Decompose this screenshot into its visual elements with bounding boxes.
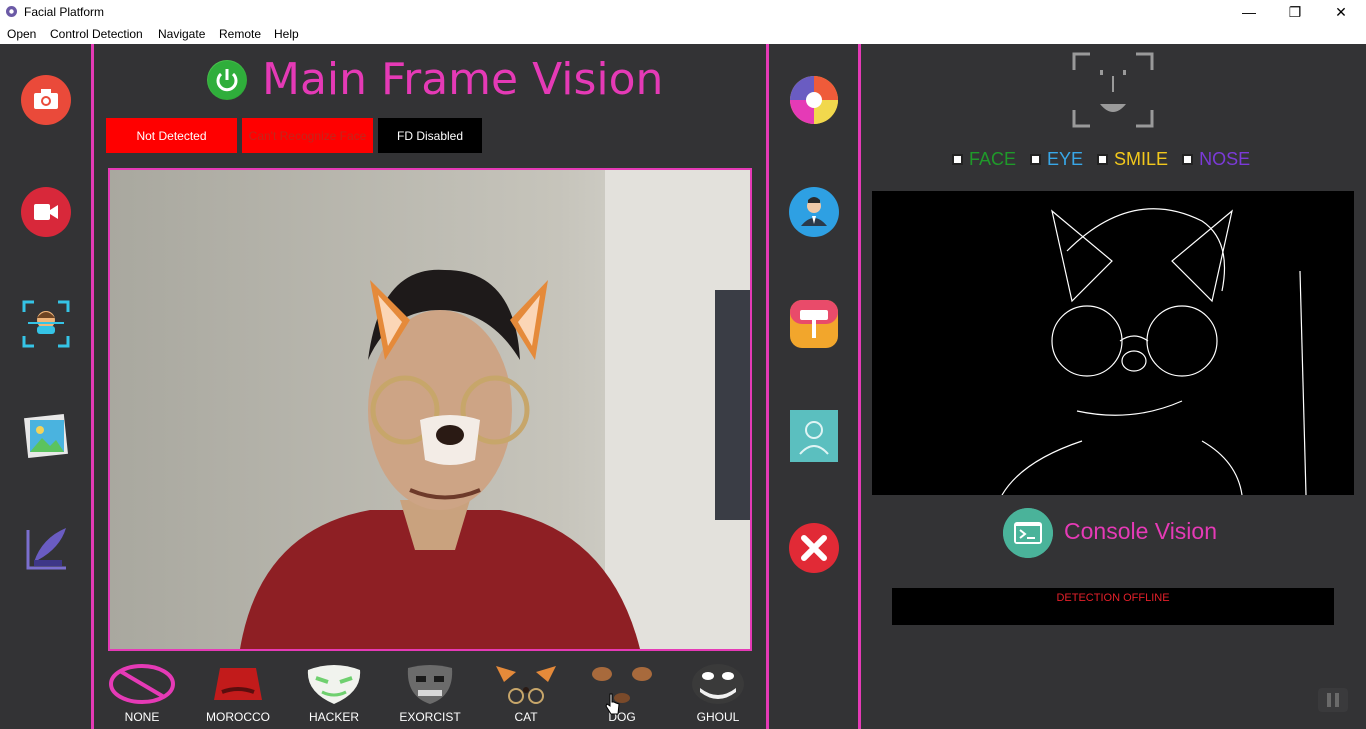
console-output: DETECTION OFFLINE <box>892 588 1334 625</box>
eye-checkbox-label: EYE <box>1047 148 1084 169</box>
hacker-mask-icon <box>307 665 361 704</box>
nose-checkbox[interactable] <box>1182 153 1194 165</box>
camera-icon[interactable] <box>20 74 72 126</box>
filter-label: DOG <box>608 710 636 724</box>
console-status-text: DETECTION OFFLINE <box>1056 592 1170 604</box>
menu-control-detection[interactable]: Control Detection <box>50 27 143 41</box>
filter-label: MOROCCO <box>206 710 270 724</box>
filter-label: CAT <box>514 710 538 724</box>
filter-none[interactable]: NONE <box>102 660 182 726</box>
camera-image <box>110 170 750 649</box>
close-circle-icon[interactable] <box>788 522 840 574</box>
filter-label: NONE <box>124 710 160 724</box>
face-frame-icon <box>1072 52 1154 128</box>
restore-button[interactable]: ❐ <box>1272 0 1318 24</box>
power-icon[interactable] <box>207 60 247 100</box>
gallery-icon[interactable] <box>20 410 72 462</box>
nose-checkbox-label: NOSE <box>1199 148 1251 169</box>
menu-bar: Open Control Detection Navigate Remote H… <box>0 24 1366 44</box>
quill-icon[interactable] <box>20 522 72 574</box>
left-sidebar <box>0 44 92 729</box>
color-wheel-icon[interactable] <box>788 74 840 126</box>
cat-ears-icon <box>496 666 556 704</box>
filter-label: EXORCIST <box>399 710 461 724</box>
filter-morocco[interactable]: MOROCCO <box>198 660 278 726</box>
filter-label: GHOUL <box>696 710 740 724</box>
user-profile-icon[interactable] <box>788 186 840 238</box>
face-checkbox[interactable] <box>952 153 963 165</box>
filter-ghoul[interactable]: GHOUL <box>678 660 758 726</box>
close-window-button[interactable]: ✕ <box>1318 0 1364 24</box>
menu-help[interactable]: Help <box>274 27 299 41</box>
filter-cat[interactable]: CAT <box>486 660 566 726</box>
menu-open[interactable]: Open <box>7 27 36 41</box>
face-scan-icon[interactable] <box>20 298 72 350</box>
dog-ears-icon <box>592 667 652 703</box>
fd-status: FD Disabled <box>378 118 482 153</box>
mouse-cursor-icon <box>605 693 620 715</box>
exorcist-mask-icon <box>407 665 453 704</box>
divider <box>858 44 861 729</box>
page-title: Main Frame Vision <box>262 54 664 105</box>
window-title: Facial Platform <box>24 5 105 19</box>
filter-hacker[interactable]: HACKER <box>294 660 374 726</box>
smile-checkbox[interactable] <box>1097 153 1109 165</box>
filter-dog[interactable]: DOG <box>582 660 662 726</box>
minimize-button[interactable]: — <box>1226 0 1272 24</box>
filter-exorcist[interactable]: EXORCIST <box>390 660 470 726</box>
face-recognition-status: Can't Recognize Face <box>242 118 373 153</box>
smile-checkbox-label: SMILE <box>1114 148 1169 169</box>
camera-feed <box>108 168 752 651</box>
paint-roller-icon[interactable] <box>788 298 840 350</box>
filter-label: HACKER <box>308 710 359 724</box>
face-outline-icon[interactable] <box>788 410 840 462</box>
menu-navigate[interactable]: Navigate <box>158 27 205 41</box>
tool-column <box>770 44 858 729</box>
menu-remote[interactable]: Remote <box>219 27 261 41</box>
edge-image <box>1001 208 1307 496</box>
console-title: Console Vision <box>1064 518 1218 544</box>
title-bar: Facial Platform — ❐ ✕ <box>0 0 1366 24</box>
video-camera-icon[interactable] <box>20 186 72 238</box>
edge-detection-view <box>872 191 1354 496</box>
app-logo-icon <box>6 6 17 17</box>
detection-options: FACE EYE SMILE NOSE <box>952 148 1264 170</box>
divider <box>91 44 94 729</box>
none-icon <box>109 664 175 704</box>
terminal-icon <box>1003 508 1053 558</box>
pause-icon[interactable] <box>1318 688 1348 712</box>
eye-checkbox[interactable] <box>1030 153 1042 165</box>
ghoul-face-icon <box>692 664 744 704</box>
fez-hat-icon <box>214 668 262 700</box>
face-detection-status: Not Detected <box>106 118 237 153</box>
face-checkbox-label: FACE <box>969 148 1017 169</box>
